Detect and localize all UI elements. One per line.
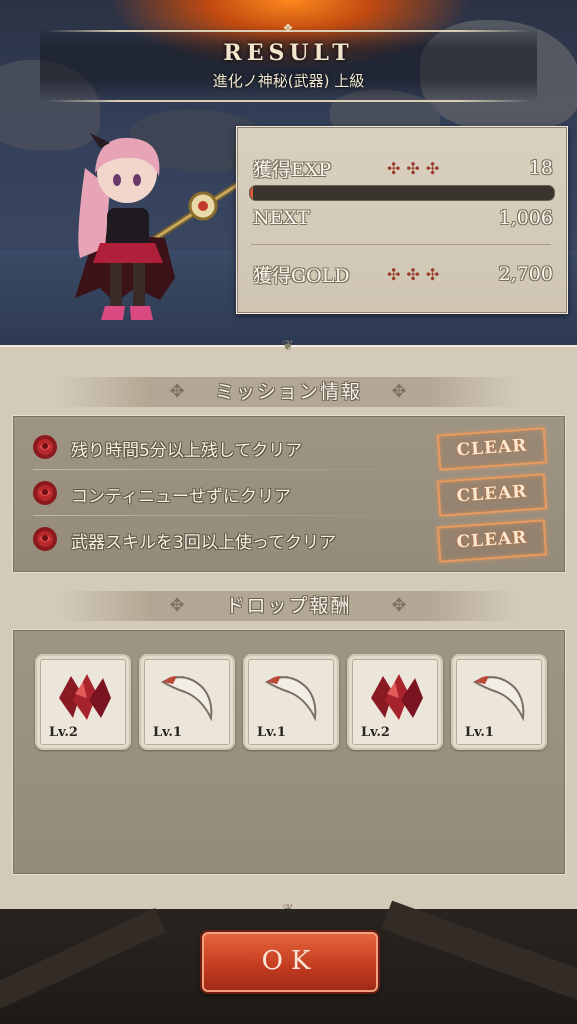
stats-divider <box>251 244 551 245</box>
drop-heading-text: ドロップ報酬 <box>225 595 352 617</box>
mission-list: 残り時間5分以上残してクリア CLEAR コンティニューせずにクリア CLEAR… <box>12 415 566 573</box>
mission-heading-text: ミッション情報 <box>214 381 362 403</box>
claw-fang-icon <box>472 676 525 722</box>
cross-ornament-icon: ✣✣✣ <box>387 265 446 284</box>
battle-scene-background: ❖ RESULT 進化ノ神秘(武器) 上級 獲得EXP ✣✣✣ 18 NEXT … <box>0 0 577 345</box>
red-crystal-icon <box>59 674 111 720</box>
item-level: Lv.1 <box>257 725 286 740</box>
item-level: Lv.2 <box>361 725 390 740</box>
ornament-icon: ❦ <box>282 338 294 354</box>
quest-name: 進化ノ神秘(武器) 上級 <box>212 72 365 90</box>
diamond-ornament-icon: ✥ <box>169 595 185 616</box>
drop-item-claw[interactable]: Lv.1 <box>243 654 339 750</box>
exp-progress-bar <box>249 185 555 201</box>
drop-item-claw[interactable]: Lv.1 <box>451 654 547 750</box>
result-title: RESULT <box>223 40 354 66</box>
gold-label: 獲得GOLD <box>253 265 350 287</box>
red-crystal-icon <box>371 674 423 720</box>
mission-row: 武器スキルを3回以上使ってクリア CLEAR <box>13 516 565 563</box>
drop-heading: ✥ ドロップ報酬 ✥ <box>0 591 577 621</box>
mission-text: コンティニューせずにクリア <box>71 487 291 507</box>
clear-stamp: CLEAR <box>436 519 548 563</box>
exp-label: 獲得EXP <box>253 159 332 181</box>
wood-beam-decoration <box>381 900 577 1008</box>
item-level: Lv.2 <box>49 725 78 740</box>
mission-text: 残り時間5分以上残してクリア <box>71 441 303 461</box>
diamond-ornament-icon: ✥ <box>391 595 407 616</box>
drop-item-claw[interactable]: Lv.1 <box>139 654 235 750</box>
claw-fang-icon <box>160 676 213 722</box>
next-value: 1,006 <box>498 207 553 229</box>
clear-stamp: CLEAR <box>436 473 548 517</box>
exp-value: 18 <box>528 157 553 179</box>
diamond-ornament-icon: ✥ <box>169 381 185 402</box>
claw-fang-icon <box>264 676 317 722</box>
rose-icon <box>33 527 57 551</box>
wood-beam-decoration <box>0 907 167 1017</box>
gold-value: 2,700 <box>498 263 553 285</box>
ornament-icon: ❖ <box>282 21 294 35</box>
exp-progress-fill <box>250 186 254 200</box>
item-level: Lv.1 <box>153 725 182 740</box>
drop-item-red-crystal[interactable]: Lv.2 <box>347 654 443 750</box>
ok-button[interactable]: OK <box>202 932 378 992</box>
rose-icon <box>33 435 57 459</box>
next-label: NEXT <box>253 207 310 229</box>
drop-item-red-crystal[interactable]: Lv.2 <box>35 654 131 750</box>
mission-heading: ✥ ミッション情報 ✥ <box>0 377 577 407</box>
result-main-panel: ❦ ✥ ミッション情報 ✥ 残り時間5分以上残してクリア CLEAR コンティニ… <box>0 339 577 917</box>
drop-reward-grid: Lv.2 Lv.1 Lv.1 Lv.2 Lv.1 <box>12 629 566 875</box>
mission-row: 残り時間5分以上残してクリア CLEAR <box>13 424 565 471</box>
cross-ornament-icon: ✣✣✣ <box>387 159 446 178</box>
diamond-ornament-icon: ✥ <box>391 381 407 402</box>
item-level: Lv.1 <box>465 725 494 740</box>
mission-text: 武器スキルを3回以上使ってクリア <box>71 533 336 553</box>
result-stats-panel: 獲得EXP ✣✣✣ 18 NEXT 1,006 獲得GOLD ✣✣✣ 2,700 <box>236 126 568 314</box>
clear-stamp: CLEAR <box>436 427 548 471</box>
mission-row: コンティニューせずにクリア CLEAR <box>13 470 565 517</box>
character-sprite <box>75 133 242 320</box>
rose-icon <box>33 481 57 505</box>
title-line-bottom <box>46 100 531 102</box>
